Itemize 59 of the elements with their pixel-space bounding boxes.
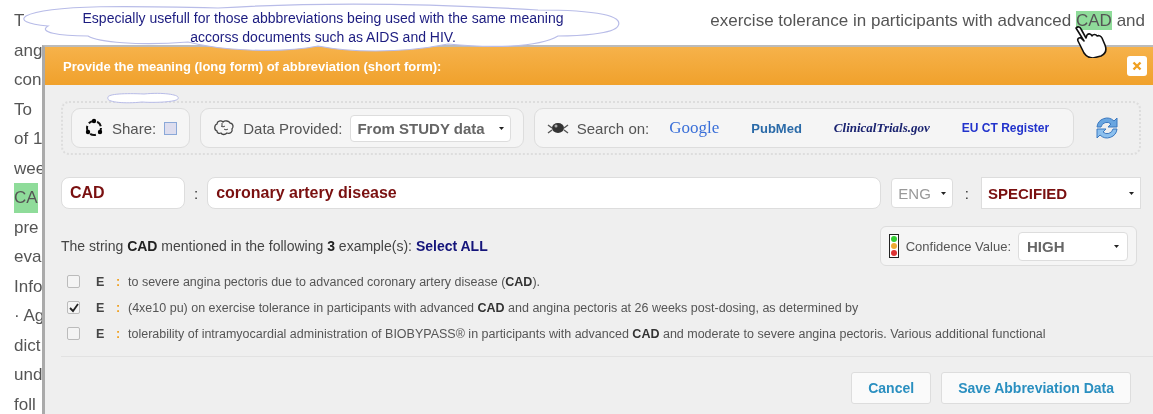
search-link[interactable]: EU CT Register [961, 121, 1050, 135]
data-source-select[interactable]: From STUDY data [350, 114, 511, 142]
document-text: foll [14, 393, 36, 414]
traffic-light-icon [888, 234, 899, 258]
caret-icon [1114, 243, 1119, 249]
caret-icon [940, 190, 946, 196]
document-text: dict [14, 334, 41, 357]
long-form-field[interactable]: coronary artery disease [207, 177, 882, 209]
search-link[interactable]: PubMed [751, 120, 802, 136]
document-text: und [14, 364, 43, 386]
example-label: E [96, 300, 106, 315]
examples-summary: The string CAD mentioned in the following 3 example(s): Select ALL [61, 238, 488, 254]
document-text: eva [14, 246, 42, 268]
document-text: con [14, 69, 42, 91]
callout-text: accorss documents such as AIDS and HIV. [190, 28, 456, 47]
document-text: of 1 [14, 128, 43, 150]
caret-icon [498, 125, 504, 131]
select-all-link[interactable]: Select ALL [415, 238, 488, 254]
document-text: To [14, 98, 32, 121]
save-button[interactable]: Save Abbreviation Data [941, 372, 1131, 404]
example-label: E [96, 274, 106, 289]
example-text: tolerability of intramyocardial administration of BIOBYPASS® in participants with advanced CAD and moderate to severe angina pectoris. Various additional functional [128, 326, 1046, 341]
separator-text: : [193, 184, 200, 202]
document-text: pre [14, 216, 39, 239]
callout-text: Especially usefull for those abbbreviations being used with the same meaning [82, 9, 564, 28]
example-checkbox[interactable] [67, 301, 80, 314]
language-select[interactable]: ENG [891, 178, 953, 208]
document-text: CA [14, 183, 38, 213]
separator-text: : [963, 184, 970, 202]
document-text: ang [14, 39, 43, 62]
example-checkbox[interactable] [67, 327, 80, 340]
share-label: Share: [112, 119, 157, 137]
dialog-title: Provide the meaning (long form) of abbreviation (short form): [63, 58, 442, 74]
example-checkbox[interactable] [67, 275, 80, 288]
data-provided-label: Data Provided: [243, 119, 343, 137]
search-link[interactable]: Google [669, 118, 720, 138]
example-label: E [96, 326, 106, 341]
share-checkbox[interactable] [164, 121, 178, 135]
search-label: Search on: [576, 119, 650, 137]
separator-text: : [114, 274, 122, 289]
share-icon [84, 118, 104, 138]
example-text: (4xe10 pu) on exercise tolerance in participants with advanced CAD and angina pectoris at 26 weeks post-dosing, as determined by [128, 300, 859, 315]
document-text: exercise tolerance in participants with advanced CAD and [710, 10, 1145, 32]
example-text: to severe angina pectoris due to advanced coronary artery disease (CAD). [128, 274, 541, 289]
confidence-label: Confidence Value: [905, 238, 1011, 254]
cancel-button[interactable]: Cancel [851, 372, 932, 404]
close-icon [1132, 61, 1142, 71]
refresh-icon[interactable] [1093, 115, 1121, 141]
caret-icon [1129, 190, 1134, 196]
document-text: Info [14, 275, 43, 298]
status-select[interactable]: SPECIFIED [981, 177, 1141, 209]
search-link[interactable]: ClinicalTrials.gov [833, 120, 930, 136]
brain-icon [213, 119, 236, 137]
confidence-select[interactable]: HIGH [1018, 231, 1128, 261]
separator-text: : [114, 326, 122, 341]
close-button[interactable] [1127, 56, 1147, 76]
document-text: T [14, 10, 25, 32]
separator-text: : [114, 300, 122, 315]
short-form-field[interactable]: CAD [61, 177, 185, 209]
